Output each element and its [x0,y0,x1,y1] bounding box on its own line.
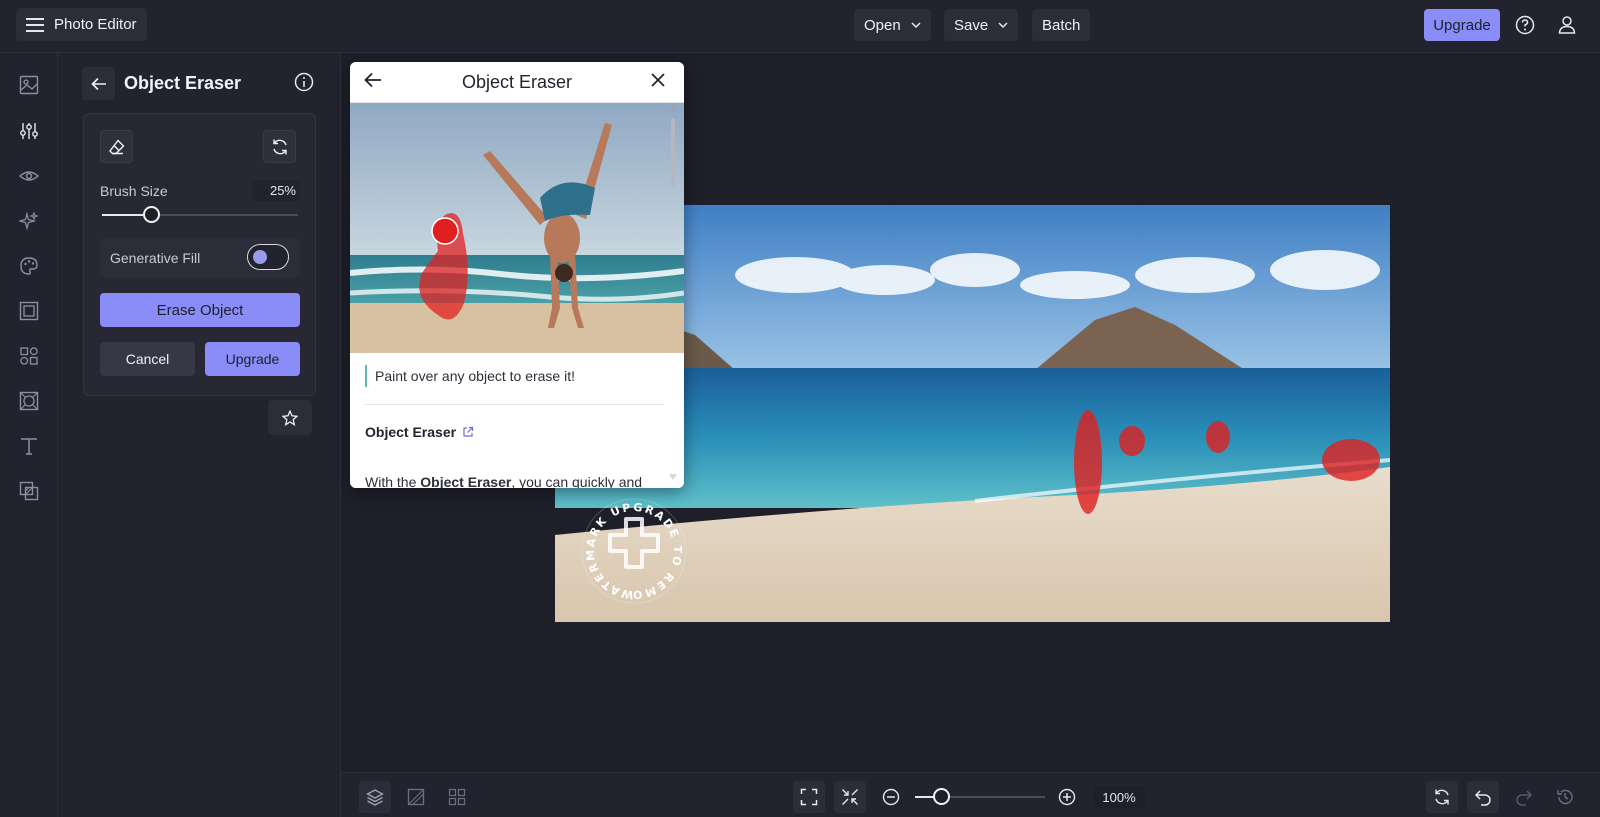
chevron-down-icon [911,22,921,28]
brush-size-value[interactable]: 25% [252,180,300,201]
tool-rail [0,53,58,817]
generative-fill-toggle[interactable] [247,244,289,270]
eraser-settings-card: Brush Size 25% Generative Fill Erase Obj… [83,113,316,396]
adjust-icon[interactable] [17,119,41,143]
refresh-icon [271,138,289,156]
account-icon[interactable] [1551,9,1583,41]
brush-size-label: Brush Size [100,183,168,199]
sparkle-icon[interactable] [17,209,41,233]
refresh-icon [1433,788,1451,806]
description-suffix: , you can quickly and [511,474,643,488]
top-bar: Photo Editor Open Save Batch Upgrade [0,0,1600,53]
star-icon [282,409,298,426]
chevron-down-icon [998,22,1008,28]
popup-title: Object Eraser [461,72,573,92]
cancel-button[interactable]: Cancel [100,342,195,376]
zoom-out-icon [882,788,900,806]
popup-example-image [350,103,684,353]
zoom-out-button[interactable] [875,781,907,813]
popup-divider [365,404,665,405]
grid-icon [448,788,466,806]
history-button[interactable] [1549,781,1581,813]
object-eraser-panel: Object Eraser Brush Size 25% Generative … [58,53,341,817]
undo-button[interactable] [1467,781,1499,813]
save-menu-button[interactable]: Save [944,9,1019,41]
panel-upgrade-button[interactable]: Upgrade [205,342,300,376]
eraser-tool-button[interactable] [100,130,133,163]
popup-header: Object Eraser [350,62,684,103]
hamburger-icon [26,17,44,32]
toggle-knob [253,250,267,264]
zoom-in-icon [1058,788,1076,806]
expand-icon [800,788,818,806]
brush-size-slider[interactable] [102,214,298,216]
description-bold: Object Eraser [420,474,512,488]
description-prefix: With the [365,474,421,488]
shrink-icon [841,788,859,806]
close-icon[interactable] [650,72,666,88]
text-icon[interactable] [17,434,41,458]
bottom-bar: 100% [341,772,1600,817]
palette-icon[interactable] [17,254,41,278]
texture-icon[interactable] [17,389,41,413]
external-link-icon [462,426,474,438]
brush-size-slider-handle[interactable] [142,206,160,223]
batch-label: Batch [1042,16,1081,34]
generative-fill-label: Generative Fill [110,250,201,266]
reset-button[interactable] [263,130,296,163]
panel-back-button[interactable] [82,67,115,100]
redo-icon [1515,788,1533,806]
compare-icon [407,788,425,806]
popup-body: Paint over any object to erase it! Objec… [350,353,684,488]
undo-icon [1474,788,1492,806]
erase-object-button[interactable]: Erase Object [100,293,300,327]
layers-icon [366,788,384,806]
info-icon[interactable] [294,72,314,92]
eye-icon[interactable] [17,164,41,188]
open-label: Open [864,16,901,34]
app-title: Photo Editor [54,16,137,33]
panel-title: Object Eraser [124,73,242,93]
layers-button[interactable] [359,781,391,813]
popup-description: With the Object Eraser, you can quickly … [365,474,642,488]
batch-button[interactable]: Batch [1032,9,1091,41]
compare-button[interactable] [400,781,432,813]
zoom-in-button[interactable] [1051,781,1083,813]
popup-scrollbar[interactable] [668,106,678,480]
favorite-button[interactable] [268,400,312,435]
zoom-slider-handle[interactable] [932,788,950,805]
fit-to-screen-button[interactable] [793,781,825,813]
redo-button[interactable] [1508,781,1540,813]
image-icon[interactable] [17,73,41,97]
save-label: Save [954,16,989,34]
shapes-icon[interactable] [17,344,41,368]
open-menu-button[interactable]: Open [854,9,931,41]
link-title: Object Eraser [365,424,457,440]
object-eraser-link[interactable]: Object Eraser [365,424,474,440]
arrow-left-icon [90,77,107,91]
upgrade-button[interactable]: Upgrade [1424,9,1500,41]
history-icon [1556,788,1574,806]
eraser-icon [108,138,126,156]
zoom-value[interactable]: 100% [1093,786,1145,808]
overlay-icon[interactable] [17,479,41,503]
popup-tip: Paint over any object to erase it! [365,365,575,387]
help-icon[interactable] [1509,9,1541,41]
frame-icon[interactable] [17,299,41,323]
object-eraser-help-popup: Object Eraser Paint over any object to e… [350,62,684,488]
app-menu-button[interactable]: Photo Editor [16,8,147,41]
generative-fill-row: Generative Fill [100,238,300,278]
rotate-button[interactable] [1426,781,1458,813]
actual-size-button[interactable] [834,781,866,813]
grid-button[interactable] [441,781,473,813]
